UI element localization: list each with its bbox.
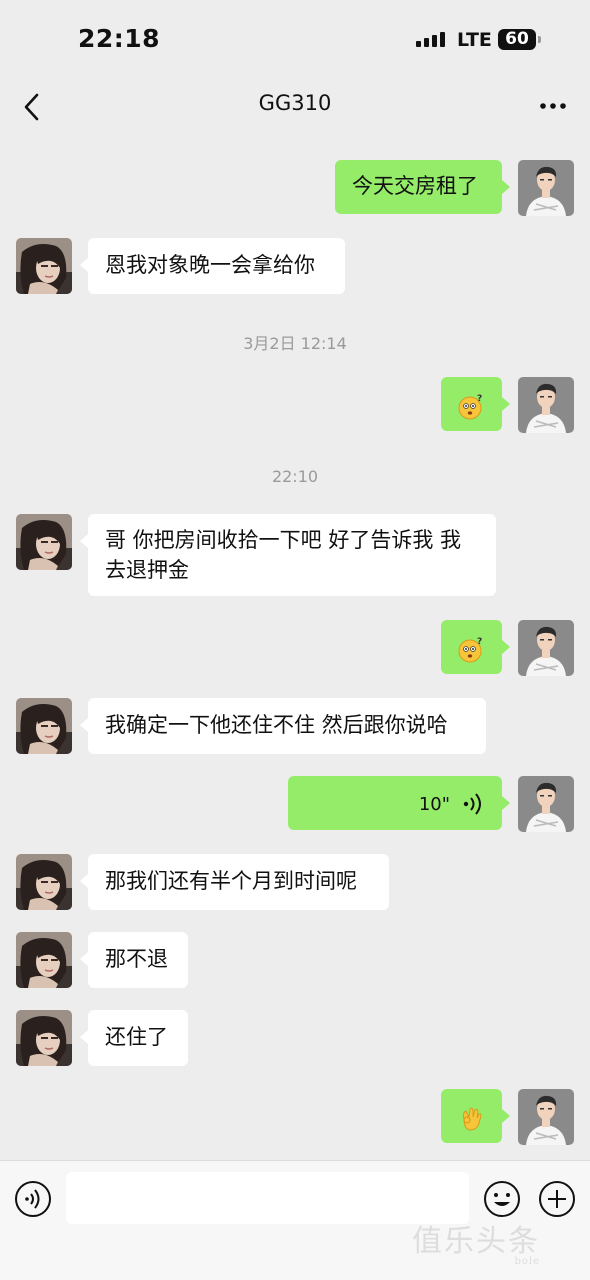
network-type: LTE bbox=[457, 29, 492, 51]
avatar[interactable] bbox=[16, 238, 72, 294]
watermark: 值乐头条 bole bbox=[412, 1224, 540, 1267]
message-text: 我确定一下他还住不住 然后跟你说哈 bbox=[105, 713, 448, 737]
avatar[interactable] bbox=[16, 698, 72, 754]
message-bubble[interactable]: 那我们还有半个月到时间呢 bbox=[80, 854, 389, 910]
avatar[interactable] bbox=[16, 932, 72, 988]
message-row bbox=[0, 620, 590, 676]
avatar[interactable] bbox=[518, 776, 574, 832]
message-text: 还住了 bbox=[105, 1025, 168, 1049]
message-bubble[interactable]: 还住了 bbox=[80, 1010, 188, 1066]
status-bar: 22:18 LTE 60 bbox=[0, 0, 590, 80]
status-time: 22:18 bbox=[78, 24, 161, 53]
emoji-bubble[interactable] bbox=[441, 620, 510, 674]
avatar[interactable] bbox=[518, 1089, 574, 1145]
message-text: 今天交房租了 bbox=[352, 174, 478, 198]
message-bubble[interactable]: 哥 你把房间收拾一下吧 好了告诉我 我去退押金 bbox=[80, 514, 496, 596]
battery-icon: 60 bbox=[498, 29, 541, 50]
message-input[interactable] bbox=[66, 1172, 469, 1224]
message-text: 哥 你把房间收拾一下吧 好了告诉我 我去退押金 bbox=[105, 528, 462, 582]
message-row bbox=[0, 1089, 590, 1145]
smiley-icon[interactable] bbox=[483, 1180, 521, 1218]
message-row: 哥 你把房间收拾一下吧 好了告诉我 我去退押金 bbox=[0, 514, 590, 598]
message-text: 那我们还有半个月到时间呢 bbox=[105, 869, 357, 893]
signal-icon bbox=[416, 29, 445, 47]
plus-icon[interactable] bbox=[538, 1180, 576, 1218]
message-row: 还住了 bbox=[0, 1010, 590, 1066]
more-icon[interactable] bbox=[538, 96, 568, 116]
message-bubble[interactable]: 恩我对象晚一会拿给你 bbox=[80, 238, 345, 294]
message-bubble[interactable]: 我确定一下他还住不住 然后跟你说哈 bbox=[80, 698, 486, 754]
avatar[interactable] bbox=[16, 854, 72, 910]
message-row: 10" bbox=[0, 776, 590, 832]
voice-wave-icon bbox=[463, 793, 481, 815]
message-row: 我确定一下他还住不住 然后跟你说哈 bbox=[0, 698, 590, 754]
avatar[interactable] bbox=[518, 620, 574, 676]
message-bubble[interactable]: 那不退 bbox=[80, 932, 188, 988]
message-row: 那不退 bbox=[0, 932, 590, 988]
message-bubble[interactable]: 今天交房租了 bbox=[335, 160, 510, 214]
message-row bbox=[0, 377, 590, 433]
avatar[interactable] bbox=[518, 160, 574, 216]
message-text: 恩我对象晚一会拿给你 bbox=[105, 253, 315, 277]
avatar[interactable] bbox=[16, 1010, 72, 1066]
chat-title[interactable]: GG310 bbox=[0, 91, 590, 115]
voice-input-icon[interactable] bbox=[14, 1180, 52, 1218]
message-timestamp: 22:10 bbox=[271, 467, 319, 486]
avatar[interactable] bbox=[16, 514, 72, 570]
message-row: 那我们还有半个月到时间呢 bbox=[0, 854, 590, 910]
message-timestamp: 3月2日 12:14 bbox=[243, 334, 347, 353]
ok-hand-emoji-icon bbox=[458, 1105, 486, 1133]
emoji-bubble[interactable] bbox=[441, 1089, 510, 1143]
chat-header: GG310 bbox=[0, 80, 590, 134]
avatar[interactable] bbox=[518, 377, 574, 433]
emoji-bubble[interactable] bbox=[441, 377, 510, 431]
voice-duration: 10" bbox=[418, 794, 450, 815]
message-text: 那不退 bbox=[105, 947, 168, 971]
voice-message-bubble[interactable]: 10" bbox=[288, 776, 510, 830]
confused-face-emoji-icon bbox=[458, 393, 486, 421]
confused-face-emoji-icon bbox=[458, 636, 486, 664]
message-row: 今天交房租了 bbox=[0, 160, 590, 216]
message-row: 恩我对象晚一会拿给你 bbox=[0, 238, 590, 294]
